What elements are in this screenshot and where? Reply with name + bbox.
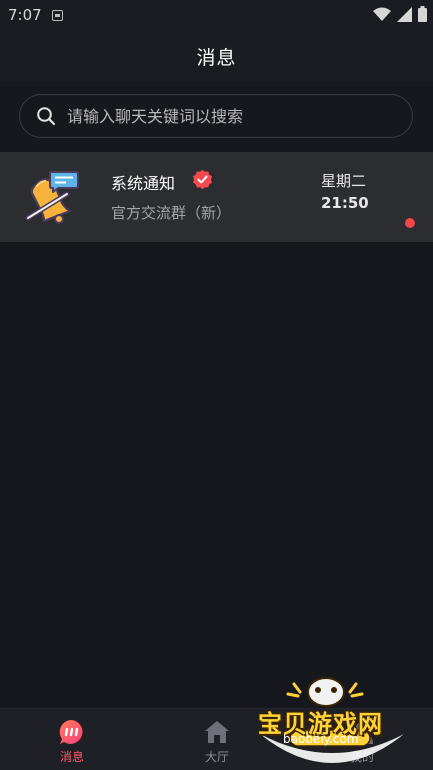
nav-label-messages: 消息 — [59, 750, 84, 764]
search-input[interactable] — [65, 105, 412, 127]
top-bar: 消息 — [0, 30, 433, 82]
search-section — [0, 82, 433, 152]
bell-notification-avatar-icon — [25, 171, 79, 224]
conversation-row-system-notice[interactable]: 系统通知 官方交流群（新） 星期二 21:50 — [0, 152, 433, 242]
battery-icon — [418, 6, 427, 22]
nav-label-hall: 大厅 — [204, 750, 229, 764]
status-time: 7:07 — [8, 6, 42, 24]
home-icon — [205, 721, 229, 743]
search-icon — [37, 107, 56, 126]
status-indicators — [373, 6, 427, 22]
conversation-preview: 官方交流群（新） — [111, 204, 232, 222]
unread-indicator — [405, 218, 415, 228]
page-title: 消息 — [196, 46, 237, 69]
conversation-title: 系统通知 — [111, 174, 176, 193]
search-bar[interactable] — [19, 94, 413, 138]
chat-bubble-icon — [59, 719, 83, 744]
nav-tab-messages[interactable]: 消息 — [32, 709, 112, 770]
wifi-icon — [373, 7, 391, 21]
app-notification-icon — [51, 9, 63, 21]
watermark-url: baobeiy.com — [283, 732, 359, 746]
status-bar: 7:07 — [0, 0, 433, 30]
conversation-day: 星期二 — [321, 172, 367, 190]
signal-icon — [397, 6, 412, 22]
nav-tab-hall[interactable]: 大厅 — [177, 709, 257, 770]
verified-badge-icon — [193, 169, 212, 190]
conversation-time: 21:50 — [321, 194, 369, 212]
